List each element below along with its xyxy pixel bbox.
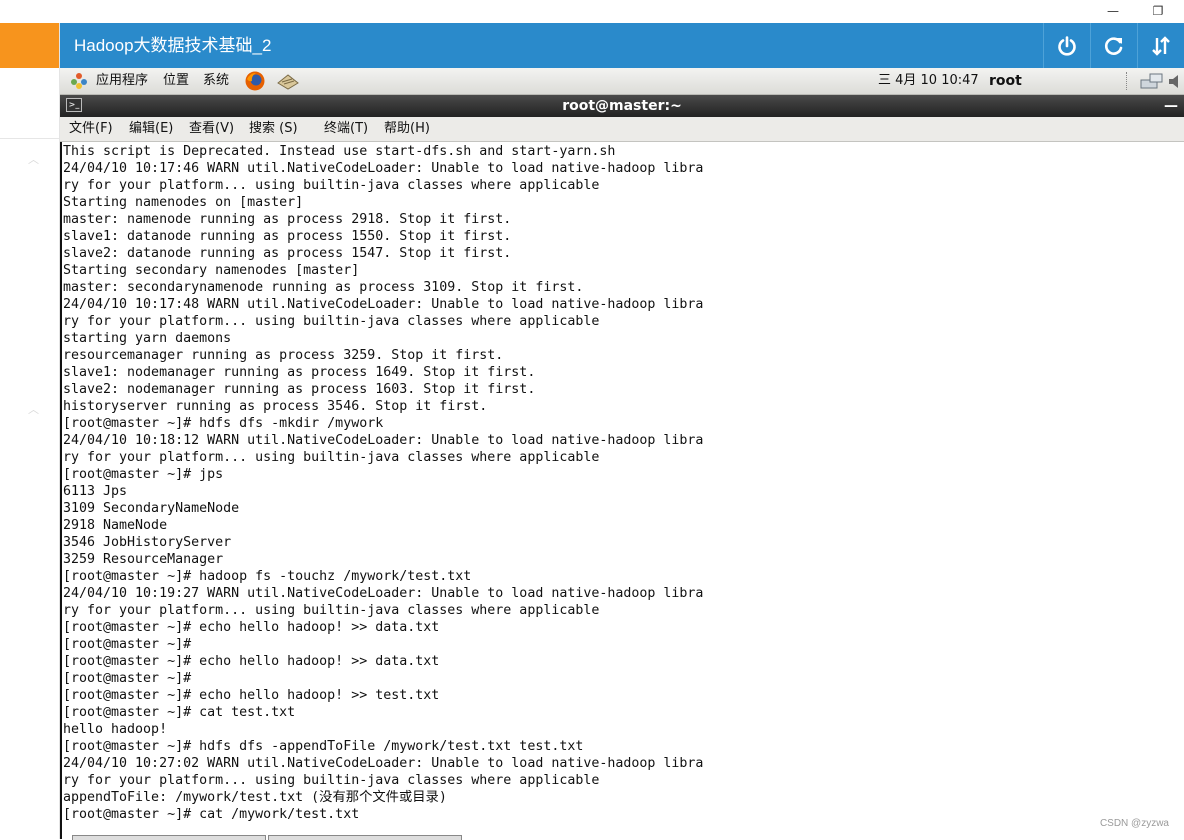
menu-help[interactable]: 帮助(H) bbox=[384, 117, 430, 141]
vm-header-bar: Hadoop大数据技术基础_2 bbox=[60, 23, 1184, 68]
terminal-line: 6113 Jps bbox=[63, 484, 128, 499]
power-icon bbox=[1058, 35, 1076, 56]
refresh-icon bbox=[1105, 36, 1123, 55]
terminal-line: ry for your platform... using builtin-ja… bbox=[63, 314, 600, 329]
watermark: CSDN @zyzwa bbox=[1099, 818, 1169, 829]
desktop-top-panel: 应用程序 位置 系统 三 4月 10 10:47 root bbox=[60, 68, 1184, 95]
terminal-line: [root@master ~]# cat /mywork/test.txt bbox=[63, 807, 360, 822]
menu-terminal[interactable]: 终端(T) bbox=[324, 117, 368, 141]
terminal-line: master: secondarynamenode running as pro… bbox=[63, 280, 584, 295]
terminal-line: 24/04/10 10:17:46 WARN util.NativeCodeLo… bbox=[63, 161, 704, 176]
terminal-line: This script is Deprecated. Instead use s… bbox=[63, 144, 616, 159]
firefox-icon[interactable] bbox=[244, 70, 266, 92]
terminal-line: 3109 SecondaryNameNode bbox=[63, 501, 240, 516]
taskbar-tab-1[interactable] bbox=[72, 835, 266, 840]
refresh-button[interactable] bbox=[1090, 23, 1137, 68]
sidebar-active-tab[interactable] bbox=[0, 23, 59, 68]
panel-separator bbox=[1126, 72, 1129, 90]
terminal-line: [root@master ~]# cat test.txt bbox=[63, 705, 296, 720]
minimize-window-button[interactable]: — bbox=[1102, 2, 1124, 20]
terminal-line: ry for your platform... using builtin-ja… bbox=[63, 603, 600, 618]
terminal-line: [root@master ~]# hdfs dfs -appendToFile … bbox=[63, 739, 584, 754]
terminal-line: slave2: nodemanager running as process 1… bbox=[63, 382, 536, 397]
terminal-menubar: 文件(F) 编辑(E) 查看(V) 搜索 (S) 终端(T) 帮助(H) bbox=[60, 117, 1184, 142]
power-button[interactable] bbox=[1043, 23, 1090, 68]
terminal-icon: >_ bbox=[66, 98, 82, 112]
network-icon[interactable] bbox=[1140, 73, 1164, 90]
terminal-line: 3546 JobHistoryServer bbox=[63, 535, 232, 550]
mail-client-icon[interactable] bbox=[276, 71, 300, 91]
terminal-line: appendToFile: /mywork/test.txt (没有那个文件或目… bbox=[63, 790, 447, 805]
clock[interactable]: 三 4月 10 10:47 bbox=[878, 68, 979, 94]
collapse-up-icon[interactable]: ︿ bbox=[28, 151, 42, 167]
terminal-line: Starting secondary namenodes [master] bbox=[63, 263, 360, 278]
terminal-line: [root@master ~]# echo hello hadoop! >> t… bbox=[63, 688, 440, 703]
terminal-line: 24/04/10 10:18:12 WARN util.NativeCodeLo… bbox=[63, 433, 704, 448]
current-user[interactable]: root bbox=[989, 68, 1022, 94]
terminal-line: 24/04/10 10:27:02 WARN util.NativeCodeLo… bbox=[63, 756, 704, 771]
terminal-line: [root@master ~]# bbox=[63, 671, 192, 686]
applications-menu[interactable]: 应用程序 bbox=[96, 68, 148, 94]
restore-window-button[interactable]: ❐ bbox=[1147, 2, 1169, 20]
window-chrome: — ❐ bbox=[0, 0, 1184, 23]
terminal-line: slave1: datanode running as process 1550… bbox=[63, 229, 512, 244]
terminal-line: resourcemanager running as process 3259.… bbox=[63, 348, 504, 363]
terminal-line: starting yarn daemons bbox=[63, 331, 232, 346]
terminal-line: ry for your platform... using builtin-ja… bbox=[63, 178, 600, 193]
terminal-titlebar[interactable]: >_ root@master:~ — bbox=[60, 95, 1184, 117]
transfer-button[interactable] bbox=[1137, 23, 1184, 68]
terminal-line: slave2: datanode running as process 1547… bbox=[63, 246, 512, 261]
menu-file[interactable]: 文件(F) bbox=[69, 117, 113, 141]
system-menu[interactable]: 系统 bbox=[203, 68, 229, 94]
terminal-line: 24/04/10 10:17:48 WARN util.NativeCodeLo… bbox=[63, 297, 704, 312]
up-down-arrows-icon bbox=[1152, 35, 1170, 56]
terminal-output[interactable]: This script is Deprecated. Instead use s… bbox=[60, 142, 1184, 839]
left-sidebar: ︿ ︿ bbox=[0, 23, 60, 839]
menu-view[interactable]: 查看(V) bbox=[189, 117, 234, 141]
sidebar-divider bbox=[0, 138, 59, 139]
terminal-line: [root@master ~]# hadoop fs -touchz /mywo… bbox=[63, 569, 472, 584]
menu-edit[interactable]: 编辑(E) bbox=[129, 117, 173, 141]
terminal-line: [root@master ~]# echo hello hadoop! >> d… bbox=[63, 654, 440, 669]
terminal-line: 3259 ResourceManager bbox=[63, 552, 224, 567]
applications-menu-icon[interactable] bbox=[70, 72, 88, 90]
terminal-line: slave1: nodemanager running as process 1… bbox=[63, 365, 536, 380]
terminal-minimize-button[interactable]: — bbox=[1164, 95, 1178, 117]
terminal-line: historyserver running as process 3546. S… bbox=[63, 399, 488, 414]
places-menu[interactable]: 位置 bbox=[163, 68, 189, 94]
terminal-line: [root@master ~]# echo hello hadoop! >> d… bbox=[63, 620, 440, 635]
terminal-line: ry for your platform... using builtin-ja… bbox=[63, 773, 600, 788]
collapse-up-icon-2[interactable]: ︿ bbox=[28, 401, 42, 417]
terminal-line: ry for your platform... using builtin-ja… bbox=[63, 450, 600, 465]
terminal-line: 24/04/10 10:19:27 WARN util.NativeCodeLo… bbox=[63, 586, 704, 601]
terminal-line: [root@master ~]# bbox=[63, 637, 192, 652]
terminal-line: Starting namenodes on [master] bbox=[63, 195, 304, 210]
vm-title: Hadoop大数据技术基础_2 bbox=[74, 36, 272, 55]
taskbar-tabs bbox=[72, 835, 462, 840]
taskbar-tab-2[interactable] bbox=[268, 835, 462, 840]
terminal-line: [root@master ~]# jps bbox=[63, 467, 224, 482]
terminal-title: root@master:~ bbox=[562, 98, 682, 114]
terminal-line: 2918 NameNode bbox=[63, 518, 168, 533]
menu-search[interactable]: 搜索 (S) bbox=[249, 117, 298, 141]
terminal-line: master: namenode running as process 2918… bbox=[63, 212, 512, 227]
terminal-line: hello hadoop! bbox=[63, 722, 168, 737]
terminal-line: [root@master ~]# hdfs dfs -mkdir /mywork bbox=[63, 416, 384, 431]
volume-icon[interactable] bbox=[1168, 73, 1182, 90]
